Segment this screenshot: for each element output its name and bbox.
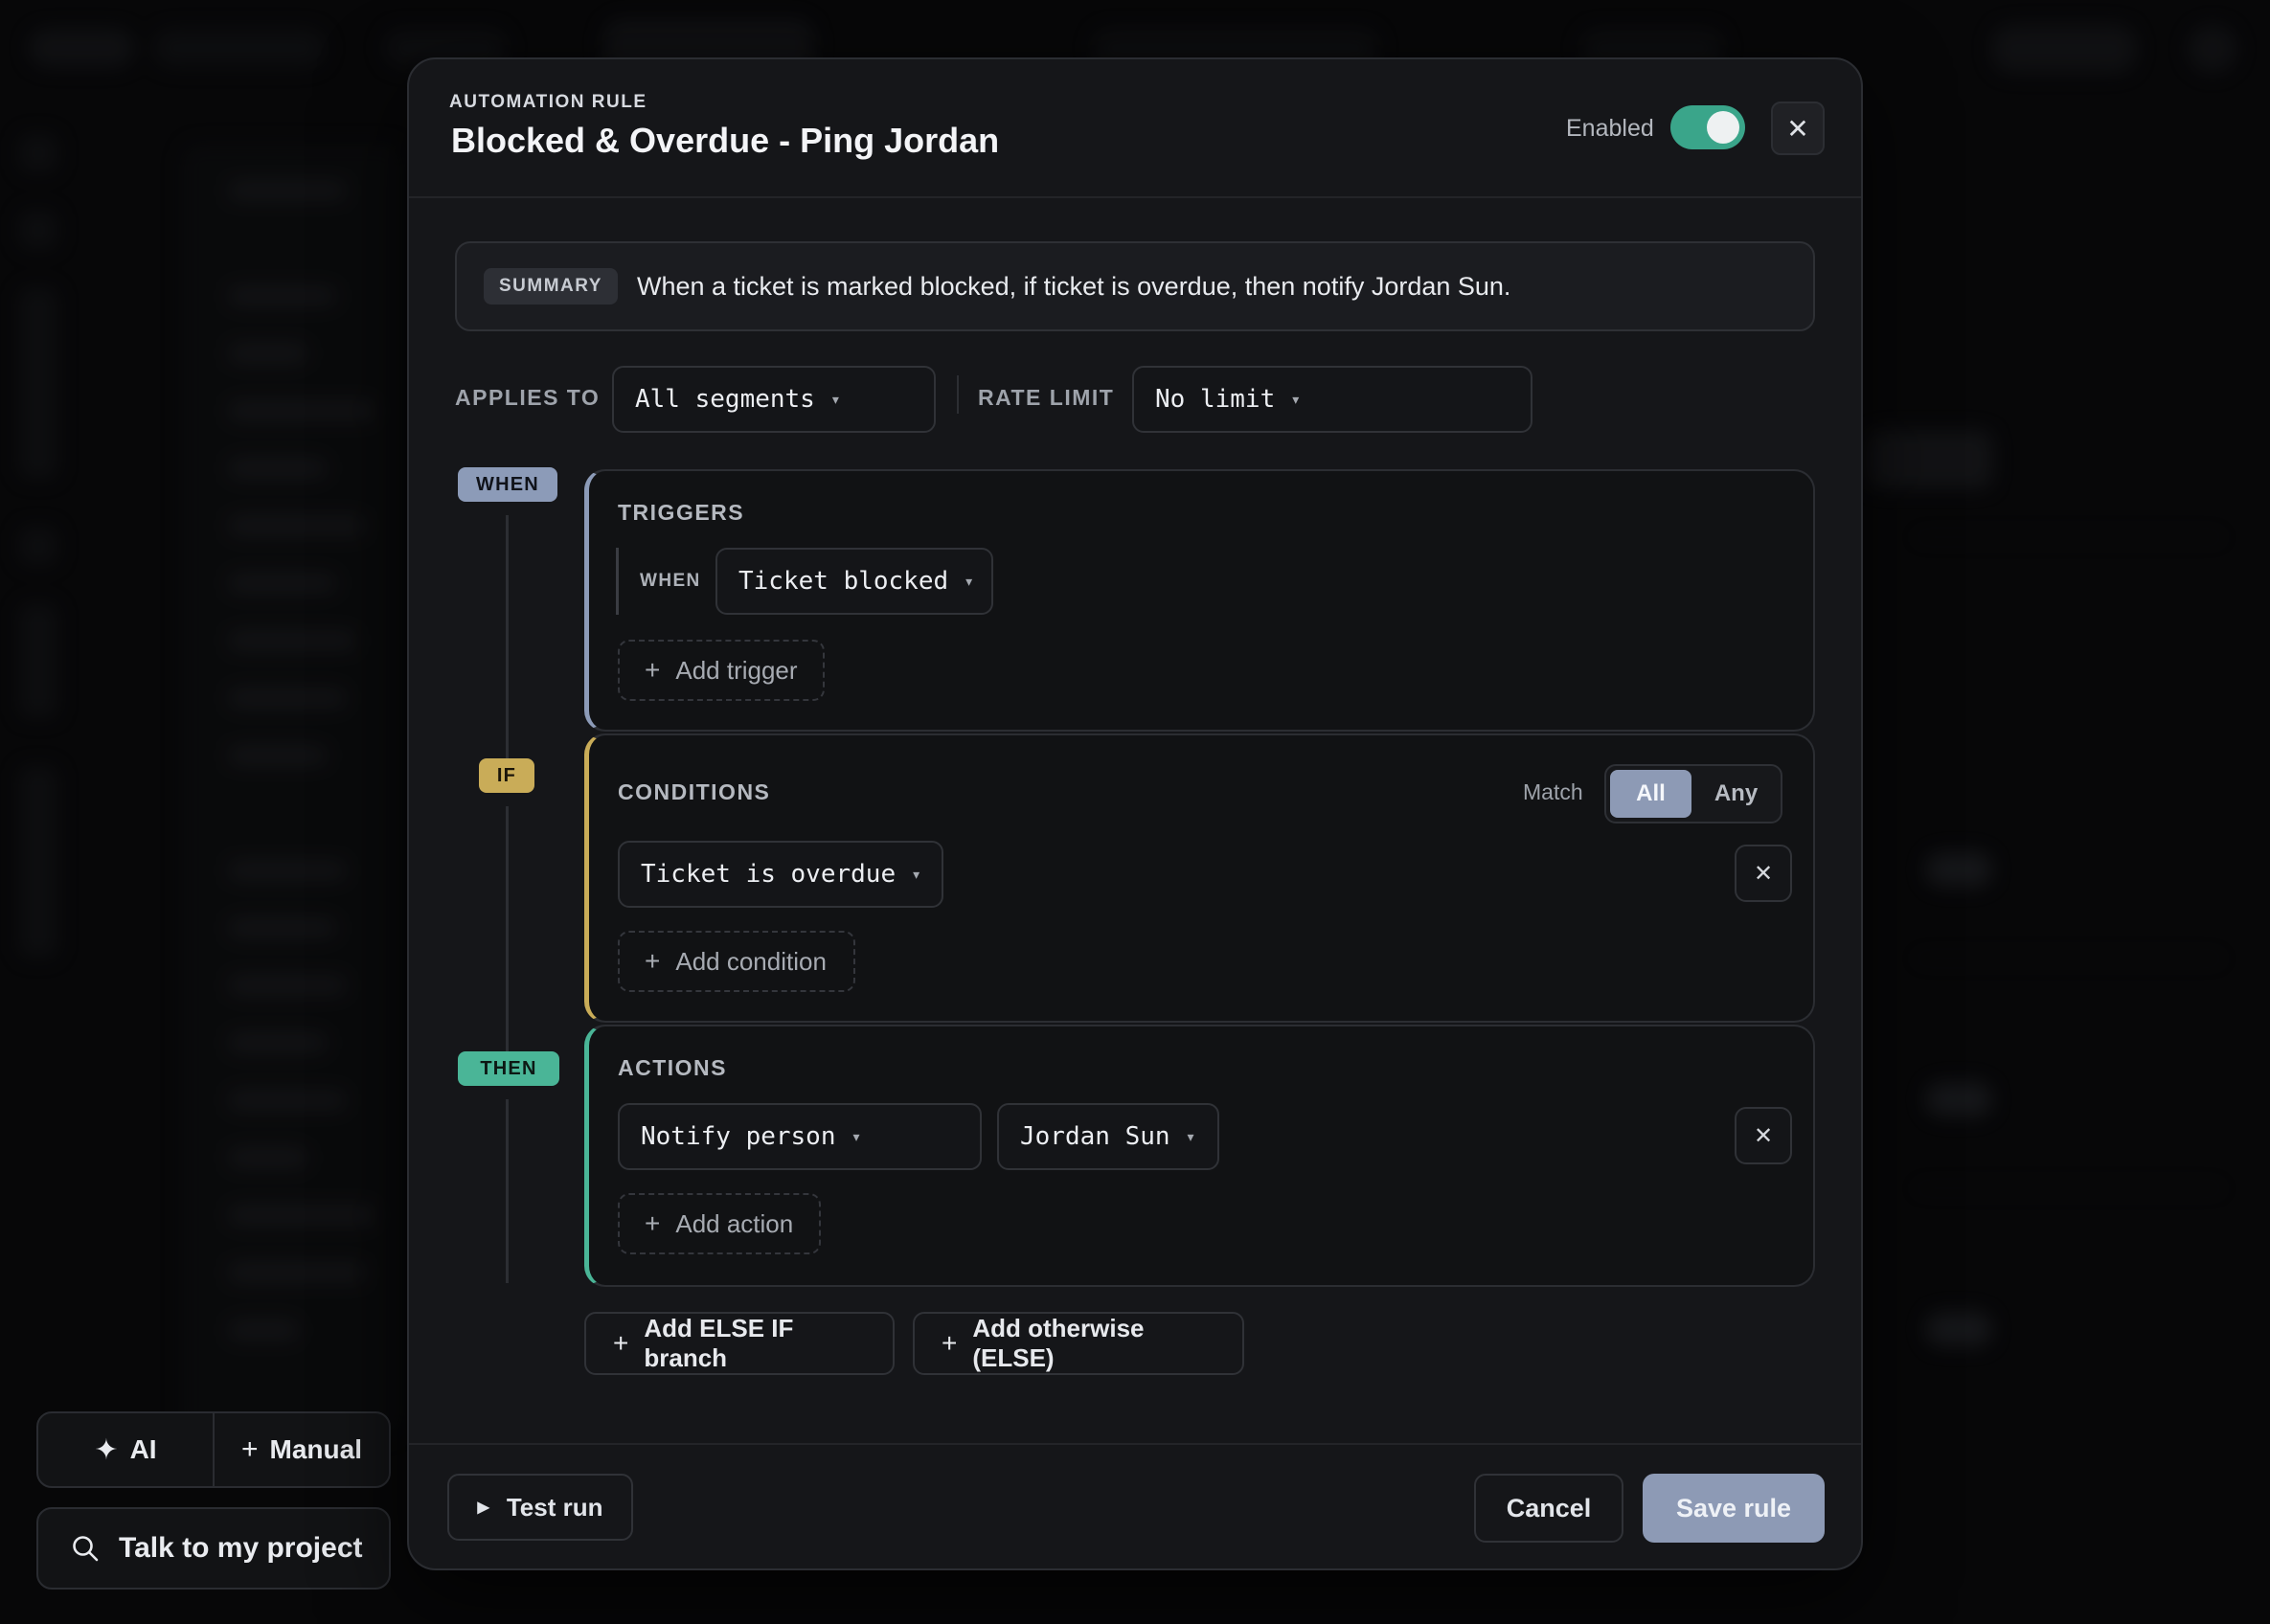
- summary-panel: SUMMARY When a ticket is marked blocked,…: [455, 241, 1815, 331]
- manual-create-button[interactable]: + Manual: [213, 1413, 389, 1486]
- trigger-select[interactable]: Ticket blocked ▾: [715, 548, 993, 615]
- then-step-badge: THEN: [458, 1051, 559, 1086]
- triggers-block: TRIGGERS WHEN Ticket blocked ▾ + Add tri…: [584, 469, 1815, 732]
- trigger-indent-line: [616, 548, 619, 615]
- add-action-label: Add action: [675, 1208, 794, 1238]
- summary-badge: SUMMARY: [484, 268, 618, 304]
- rate-limit-value: No limit: [1155, 385, 1276, 414]
- applies-to-select[interactable]: All segments ▾: [612, 366, 936, 433]
- add-action-button[interactable]: + Add action: [618, 1193, 821, 1254]
- summary-text: When a ticket is marked blocked, if tick…: [636, 271, 1511, 301]
- modal-footer: ▶ Test run Cancel Save rule: [409, 1443, 1861, 1572]
- close-icon: ✕: [1753, 1122, 1774, 1149]
- cancel-button[interactable]: Cancel: [1474, 1474, 1623, 1543]
- enabled-label: Enabled: [1566, 115, 1654, 142]
- conditions-block: CONDITIONS Match All Any Ticket is overd…: [584, 733, 1815, 1023]
- plus-icon: +: [645, 1208, 661, 1238]
- chevron-down-icon: ▾: [852, 1128, 860, 1144]
- talk-to-project-button[interactable]: Talk to my project: [36, 1507, 391, 1590]
- remove-condition-button[interactable]: ✕: [1735, 845, 1792, 902]
- save-rule-button[interactable]: Save rule: [1643, 1474, 1825, 1543]
- chevron-down-icon: ▾: [965, 573, 973, 589]
- ai-create-label: AI: [129, 1434, 157, 1464]
- action-type-select[interactable]: Notify person ▾: [618, 1103, 982, 1170]
- ai-create-button[interactable]: ✦ AI: [38, 1413, 213, 1486]
- toggle-knob: [1707, 111, 1739, 144]
- modal-header: AUTOMATION RULE Blocked & Overdue - Ping…: [409, 59, 1861, 198]
- talk-to-project-label: Talk to my project: [119, 1532, 363, 1564]
- sparkle-icon: ✦: [94, 1433, 119, 1466]
- create-button-group: ✦ AI + Manual: [36, 1411, 391, 1488]
- rate-limit-label: RATE LIMIT: [978, 385, 1115, 410]
- actions-block: ACTIONS Notify person ▾ Jordan Sun ▾ ✕ +…: [584, 1025, 1815, 1287]
- test-run-button[interactable]: ▶ Test run: [447, 1474, 633, 1541]
- plus-icon: +: [645, 946, 661, 976]
- match-all-option[interactable]: All: [1610, 770, 1691, 818]
- add-else-if-button[interactable]: + Add ELSE IF branch: [584, 1312, 895, 1375]
- condition-value: Ticket is overdue: [641, 860, 897, 889]
- close-icon: ✕: [1753, 860, 1774, 887]
- close-button[interactable]: ✕: [1771, 102, 1825, 155]
- test-run-label: Test run: [506, 1492, 603, 1522]
- play-icon: ▶: [477, 1500, 489, 1516]
- plus-icon: +: [645, 655, 661, 685]
- add-trigger-label: Add trigger: [675, 655, 798, 685]
- condition-select[interactable]: Ticket is overdue ▾: [618, 841, 943, 908]
- divider: [957, 375, 959, 414]
- add-else-button[interactable]: + Add otherwise (ELSE): [913, 1312, 1244, 1375]
- search-icon: [73, 1536, 99, 1562]
- chevron-down-icon: ▾: [1292, 391, 1300, 407]
- step-rail: [506, 515, 509, 774]
- trigger-when-label: WHEN: [640, 571, 701, 591]
- close-icon: ✕: [1786, 113, 1809, 144]
- conditions-title: CONDITIONS: [618, 779, 771, 804]
- chevron-down-icon: ▾: [1187, 1128, 1194, 1144]
- add-else-if-label: Add ELSE IF branch: [644, 1314, 794, 1372]
- plus-icon: +: [241, 1433, 259, 1465]
- when-step-badge: WHEN: [458, 467, 557, 502]
- person-value: Jordan Sun: [1020, 1122, 1170, 1151]
- rate-limit-select[interactable]: No limit ▾: [1132, 366, 1532, 433]
- match-any-option[interactable]: Any: [1695, 770, 1777, 818]
- applies-to-label: APPLIES TO: [455, 385, 601, 410]
- match-segmented-control: All Any: [1604, 764, 1782, 823]
- plus-icon: +: [942, 1328, 958, 1358]
- add-trigger-button[interactable]: + Add trigger: [618, 640, 825, 701]
- enabled-toggle[interactable]: [1670, 105, 1745, 149]
- chevron-down-icon: ▾: [913, 866, 920, 882]
- modal-eyebrow: AUTOMATION RULE: [449, 92, 647, 112]
- step-rail: [506, 1099, 509, 1283]
- triggers-title: TRIGGERS: [618, 500, 745, 525]
- automation-rule-modal: AUTOMATION RULE Blocked & Overdue - Ping…: [407, 57, 1863, 1570]
- manual-create-label: Manual: [269, 1434, 362, 1464]
- remove-action-button[interactable]: ✕: [1735, 1107, 1792, 1164]
- person-select[interactable]: Jordan Sun ▾: [997, 1103, 1219, 1170]
- if-step-badge: IF: [479, 758, 534, 793]
- trigger-value: Ticket blocked: [738, 567, 949, 596]
- step-rail: [506, 806, 509, 1065]
- add-else-label: Add otherwise (ELSE): [972, 1314, 1145, 1372]
- add-condition-label: Add condition: [675, 946, 827, 976]
- plus-icon: +: [613, 1328, 629, 1358]
- rule-title: Blocked & Overdue - Ping Jordan: [451, 121, 1000, 160]
- applies-to-value: All segments: [635, 385, 815, 414]
- match-label: Match: [1523, 779, 1583, 804]
- actions-title: ACTIONS: [618, 1055, 727, 1080]
- chevron-down-icon: ▾: [831, 391, 839, 407]
- action-type-value: Notify person: [641, 1122, 836, 1151]
- add-condition-button[interactable]: + Add condition: [618, 931, 855, 992]
